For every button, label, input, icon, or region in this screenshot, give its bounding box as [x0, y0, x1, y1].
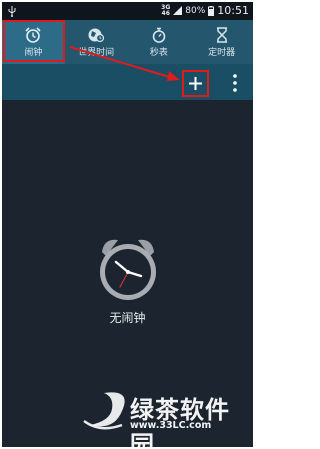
signal-icon	[173, 6, 183, 15]
clock-app-window: 3G 46 80% 10:51 闹钟 世界时间 秒表 定时器 无闹钟 绿茶软件园…	[2, 2, 253, 447]
empty-alarm-clock-icon	[100, 239, 156, 300]
world-clock-icon	[88, 28, 105, 43]
no-alarm-label: 无闹钟	[109, 311, 146, 325]
action-bar	[2, 64, 253, 100]
status-time: 10:51	[217, 4, 249, 17]
watermark-url: www.33LC.com	[130, 420, 212, 431]
network-sub: 46	[161, 9, 170, 17]
watermark-brand: 绿茶软件园	[130, 396, 230, 447]
usb-icon	[8, 6, 16, 17]
more-options-icon[interactable]	[230, 72, 240, 94]
highlight-box-alarm-tab	[3, 20, 65, 62]
hourglass-icon	[216, 27, 227, 43]
tab-stopwatch-label: 秒表	[149, 48, 168, 58]
battery-level: 80%	[185, 5, 206, 16]
plus-icon	[189, 77, 202, 90]
tab-stopwatch[interactable]: 秒表	[128, 20, 191, 64]
add-alarm-button[interactable]	[182, 70, 209, 97]
tab-world-clock[interactable]: 世界时间	[65, 20, 128, 64]
status-bar: 3G 46 80% 10:51	[2, 2, 253, 20]
tab-timer[interactable]: 定时器	[190, 20, 253, 64]
stopwatch-icon	[152, 27, 166, 43]
battery-icon	[208, 5, 215, 16]
tab-timer-label: 定时器	[208, 48, 236, 58]
tab-world-clock-label: 世界时间	[78, 48, 115, 58]
